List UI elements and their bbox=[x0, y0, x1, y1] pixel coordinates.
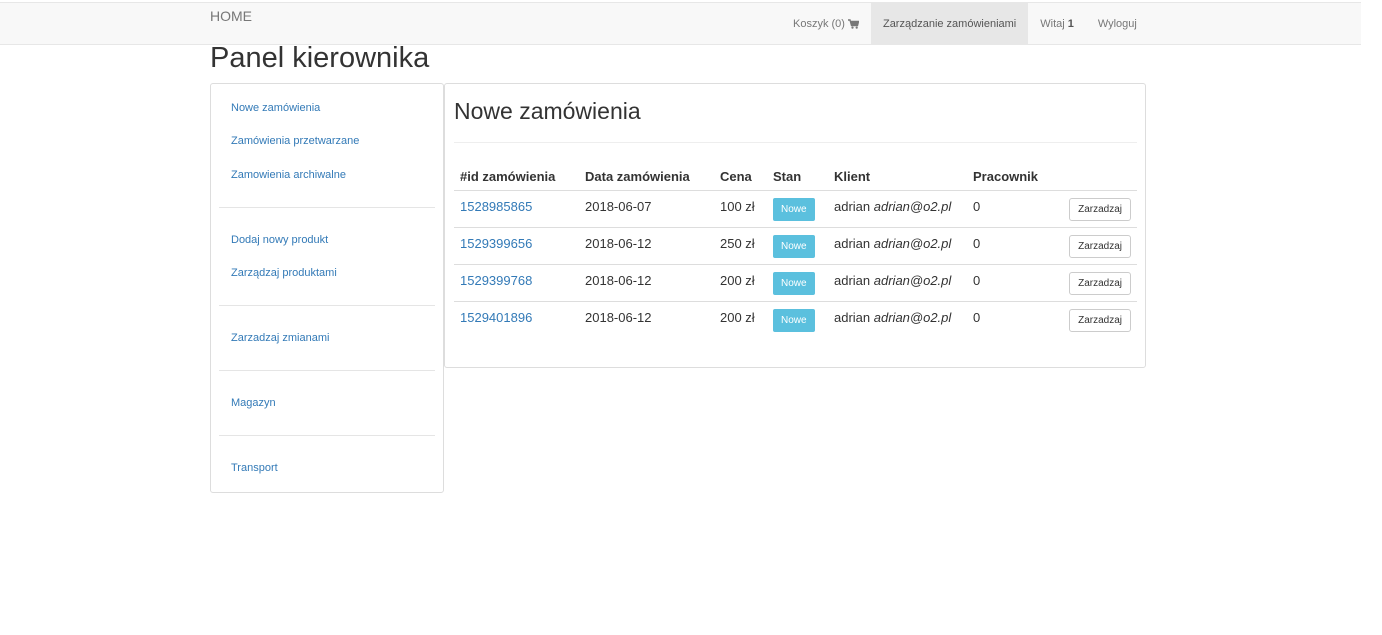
manage-order-button[interactable]: Zarzadzaj bbox=[1069, 309, 1131, 332]
sidebar-item-add-product[interactable]: Dodaj nowy produkt bbox=[231, 234, 328, 246]
top-navbar: HOME Koszyk (0) Zarządzanie zamówieniami… bbox=[0, 2, 1361, 45]
sidebar-item-archived-orders[interactable]: Zamowienia archiwalne bbox=[231, 169, 346, 181]
status-badge: Nowe bbox=[773, 272, 815, 295]
status-badge: Nowe bbox=[773, 235, 815, 258]
order-id-link[interactable]: 1529399768 bbox=[460, 273, 532, 288]
order-price: 200 zł bbox=[720, 310, 755, 325]
home-link[interactable]: HOME bbox=[210, 8, 252, 24]
manage-orders-link[interactable]: Zarządzanie zamówieniami bbox=[870, 3, 1029, 44]
column-header-price: Cena bbox=[714, 162, 767, 191]
sidebar-divider bbox=[219, 370, 435, 371]
order-price: 250 zł bbox=[714, 227, 767, 265]
sidebar: Nowe zamówienia Zamówienia przetwarzane … bbox=[210, 83, 444, 493]
employee-id: 0 bbox=[973, 310, 981, 325]
employee-id: 0 bbox=[967, 190, 1054, 228]
order-id-link[interactable]: 1529399656 bbox=[460, 236, 532, 251]
client-email: adrian@o2.pl bbox=[873, 310, 952, 325]
user-id: 1 bbox=[1067, 17, 1074, 30]
client-cell: adrian adrian@o2.pl bbox=[828, 302, 967, 339]
page-title: Panel kierownika bbox=[210, 42, 430, 74]
orders-table: #id zamówienia Data zamówienia Cena Stan… bbox=[454, 162, 1137, 339]
column-header-id: #id zamówienia bbox=[454, 162, 579, 191]
client-email: adrian@o2.pl bbox=[873, 273, 952, 288]
client-cell: adrian adrian@o2.pl bbox=[828, 264, 967, 302]
manage-order-button[interactable]: Zarzadzaj bbox=[1069, 272, 1131, 295]
column-header-status: Stan bbox=[767, 162, 828, 191]
column-header-employee: Pracownik bbox=[967, 162, 1054, 191]
client-name: adrian bbox=[834, 236, 871, 251]
column-header-actions bbox=[1054, 162, 1137, 191]
column-header-date: Data zamówienia bbox=[579, 162, 714, 191]
table-row: 1529399656 2018-06-12 250 zł Nowe adrian… bbox=[454, 227, 1137, 265]
order-price: 100 zł bbox=[714, 190, 767, 228]
order-date: 2018-06-12 bbox=[579, 264, 714, 302]
shopping-cart-icon bbox=[847, 18, 859, 29]
client-name: adrian bbox=[834, 310, 871, 325]
sidebar-item-new-orders[interactable]: Nowe zamówienia bbox=[231, 102, 320, 114]
order-date: 2018-06-12 bbox=[579, 227, 714, 265]
status-badge: Nowe bbox=[773, 198, 815, 221]
cart-link[interactable]: Koszyk (0) bbox=[781, 3, 871, 44]
sidebar-divider bbox=[219, 435, 435, 436]
client-cell: adrian adrian@o2.pl bbox=[828, 190, 967, 228]
sidebar-item-manage-shifts[interactable]: Zarzadzaj zmianami bbox=[231, 332, 329, 344]
client-cell: adrian adrian@o2.pl bbox=[828, 227, 967, 265]
sidebar-item-processing-orders[interactable]: Zamówienia przetwarzane bbox=[231, 135, 359, 147]
order-price: 200 zł bbox=[714, 264, 767, 302]
panel-title: Nowe zamówienia bbox=[454, 98, 641, 124]
client-name: adrian bbox=[834, 273, 871, 288]
client-email: adrian@o2.pl bbox=[873, 236, 952, 251]
greeting-text: Witaj bbox=[1040, 17, 1065, 30]
table-row: 1528985865 2018-06-07 100 zł Nowe adrian… bbox=[454, 190, 1137, 228]
table-row: 1529399768 2018-06-12 200 zł Nowe adrian… bbox=[454, 264, 1137, 302]
table-header-row: #id zamówienia Data zamówienia Cena Stan… bbox=[454, 162, 1137, 191]
order-id-link[interactable]: 1528985865 bbox=[460, 199, 532, 214]
user-greeting-link[interactable]: Witaj 1 bbox=[1028, 3, 1086, 44]
order-date: 2018-06-07 bbox=[579, 190, 714, 228]
manage-order-button[interactable]: Zarzadzaj bbox=[1069, 235, 1131, 258]
sidebar-item-transport[interactable]: Transport bbox=[231, 462, 278, 474]
navbar-right: Koszyk (0) Zarządzanie zamówieniami Wita… bbox=[781, 3, 1149, 44]
cart-label: Koszyk (0) bbox=[793, 17, 845, 30]
client-name: adrian bbox=[834, 199, 871, 214]
order-date: 2018-06-12 bbox=[585, 310, 652, 325]
status-badge: Nowe bbox=[773, 309, 815, 332]
sidebar-item-manage-products[interactable]: Zarządzaj produktami bbox=[231, 267, 337, 279]
sidebar-item-warehouse[interactable]: Magazyn bbox=[231, 397, 276, 409]
logout-link[interactable]: Wyloguj bbox=[1086, 3, 1149, 44]
client-email: adrian@o2.pl bbox=[873, 199, 952, 214]
column-header-client: Klient bbox=[828, 162, 967, 191]
panel-divider bbox=[454, 142, 1137, 143]
order-id-link[interactable]: 1529401896 bbox=[460, 310, 532, 325]
orders-panel: Nowe zamówienia #id zamówienia Data zamó… bbox=[444, 83, 1146, 368]
sidebar-divider bbox=[219, 207, 435, 208]
table-row: 1529401896 2018-06-12 200 zł Nowe adrian… bbox=[454, 302, 1137, 339]
employee-id: 0 bbox=[967, 264, 1054, 302]
manage-order-button[interactable]: Zarzadzaj bbox=[1069, 198, 1131, 221]
employee-id: 0 bbox=[967, 227, 1054, 265]
sidebar-divider bbox=[219, 305, 435, 306]
